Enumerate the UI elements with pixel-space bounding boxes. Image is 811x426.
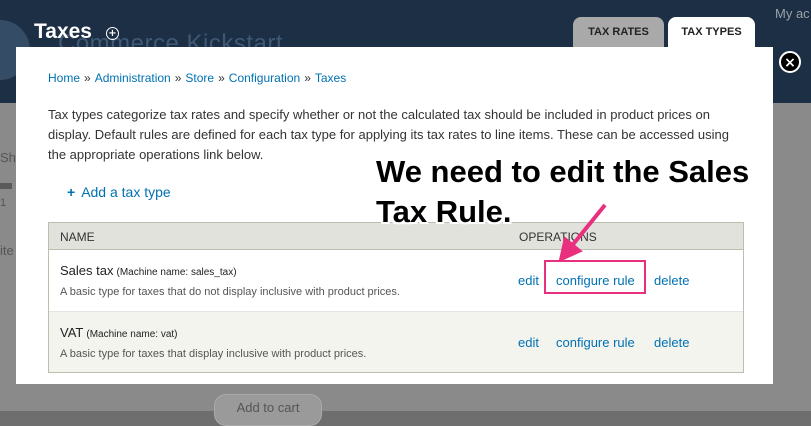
annotation-line-1: We need to edit the Sales — [376, 154, 750, 189]
background-bar — [0, 183, 12, 189]
edit-link[interactable]: edit — [518, 273, 539, 288]
breadcrumb-home[interactable]: Home — [48, 71, 80, 85]
breadcrumb: Home» Administration» Store» Configuration»… — [48, 71, 346, 85]
tax-types-table: NAME OPERATIONS Sales tax (Machine name: … — [48, 222, 744, 373]
configure-rule-link[interactable]: configure rule — [556, 335, 635, 350]
close-icon[interactable]: × — [779, 51, 801, 73]
highlight-box — [544, 260, 646, 294]
add-shortcut-icon[interactable]: + — [106, 27, 119, 40]
tab-tax-rates[interactable]: TAX RATES — [573, 17, 664, 47]
background-text: Sh — [0, 150, 16, 165]
machine-name: (Machine name: sales_tax) — [116, 267, 237, 278]
breadcrumb-separator: » — [84, 71, 91, 85]
column-header-name: NAME — [60, 230, 95, 244]
tax-type-name: Sales tax (Machine name: sales_tax) — [60, 263, 237, 278]
account-link[interactable]: My ac — [775, 6, 810, 21]
breadcrumb-separator: » — [218, 71, 225, 85]
breadcrumb-store[interactable]: Store — [185, 71, 214, 85]
annotation-callout: We need to edit the Sales Tax Rule. — [376, 152, 749, 232]
add-to-cart-button[interactable]: Add to cart — [214, 394, 322, 426]
tax-type-description: A basic type for taxes that do not displ… — [60, 286, 400, 298]
edit-link[interactable]: edit — [518, 335, 539, 350]
tab-tax-types[interactable]: TAX TYPES — [668, 17, 755, 47]
background-text: 1 — [0, 197, 7, 209]
add-tax-type-label: Add a tax type — [81, 184, 171, 200]
plus-icon: + — [67, 184, 76, 200]
delete-link[interactable]: delete — [654, 335, 689, 350]
background-text: ite — [0, 243, 14, 258]
delete-link[interactable]: delete — [654, 273, 689, 288]
breadcrumb-taxes[interactable]: Taxes — [315, 71, 346, 85]
overlay-title: Taxes — [34, 20, 92, 43]
breadcrumb-separator: » — [304, 71, 311, 85]
annotation-line-2: Tax Rule. — [376, 194, 512, 229]
breadcrumb-configuration[interactable]: Configuration — [229, 71, 300, 85]
machine-name: (Machine name: vat) — [86, 329, 178, 340]
tax-type-description: A basic type for taxes that display incl… — [60, 348, 367, 360]
column-header-operations: OPERATIONS — [519, 230, 597, 244]
table-row: VAT (Machine name: vat) A basic type for … — [49, 312, 743, 372]
breadcrumb-separator: » — [174, 71, 182, 85]
breadcrumb-administration[interactable]: Administration — [95, 71, 171, 85]
tax-type-name: VAT (Machine name: vat) — [60, 325, 178, 340]
add-tax-type-link[interactable]: + Add a tax type — [67, 184, 171, 200]
